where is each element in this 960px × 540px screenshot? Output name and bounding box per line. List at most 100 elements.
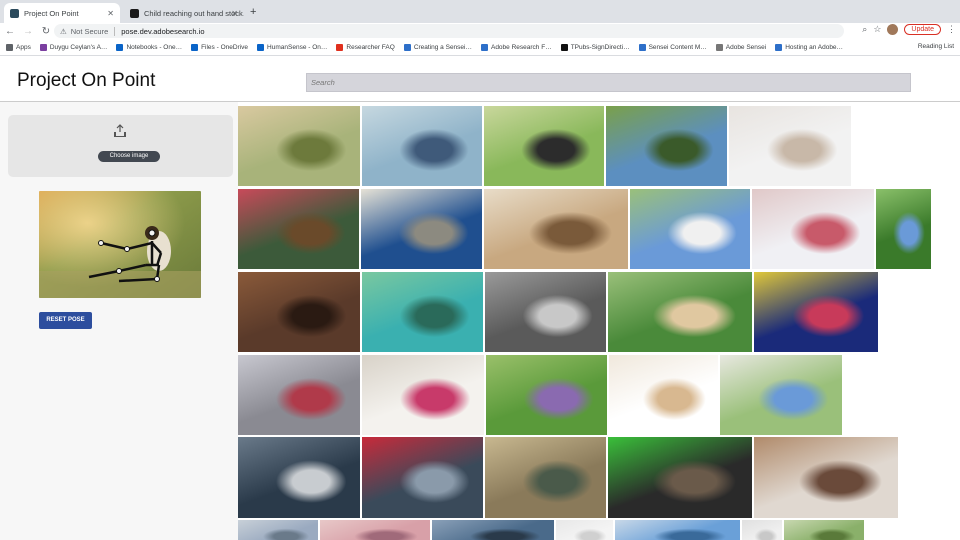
close-tab-icon[interactable]: ✕ xyxy=(107,9,114,18)
gallery-thumbnail[interactable] xyxy=(484,106,604,186)
gallery-thumbnail[interactable] xyxy=(362,106,482,186)
bookmark-item[interactable]: Sensei Content M… xyxy=(638,43,707,51)
gallery-thumbnail[interactable] xyxy=(630,189,750,269)
joint-left-knee[interactable] xyxy=(116,268,122,274)
gallery-thumbnail[interactable] xyxy=(362,272,483,352)
gallery-thumbnail[interactable] xyxy=(320,520,430,540)
bookmark-label: Creating a Sensei… xyxy=(413,43,472,51)
toolbar-actions: ⌕ ☆ Update ⋮ xyxy=(862,24,956,35)
zoom-icon[interactable]: ⌕ xyxy=(862,24,867,35)
apps-grid-icon xyxy=(6,43,13,51)
pose-preview-canvas xyxy=(39,191,201,298)
gallery-thumbnail[interactable] xyxy=(432,520,554,540)
close-tab-icon[interactable]: ✕ xyxy=(231,9,238,18)
bookmark-label: Duygu Ceylan's A… xyxy=(49,43,108,51)
reload-icon[interactable]: ↻ xyxy=(38,26,54,37)
joint-head[interactable] xyxy=(148,229,156,237)
gallery-thumbnail[interactable] xyxy=(608,272,752,352)
browser-chrome: Project On Point ✕ Child reaching out ha… xyxy=(0,0,960,56)
sidebar: Choose image RESET POSE xyxy=(0,102,238,540)
reading-list-button[interactable]: Reading List xyxy=(918,43,954,50)
bookmark-label: Researcher FAQ xyxy=(346,43,395,51)
joint-left-wrist[interactable] xyxy=(98,240,104,246)
security-status: Not Secure xyxy=(70,26,109,36)
gallery-thumbnail[interactable] xyxy=(876,189,931,269)
new-tab-button[interactable]: + xyxy=(250,6,256,18)
confluence-icon xyxy=(403,43,411,51)
reset-pose-button[interactable]: RESET POSE xyxy=(39,312,92,329)
gallery-thumbnail[interactable] xyxy=(556,520,613,540)
upload-tray-icon xyxy=(114,124,126,137)
bookmark-item[interactable]: Researcher FAQ xyxy=(336,43,395,51)
tab-child-stock[interactable]: Child reaching out hand stock… ✕ xyxy=(124,3,244,23)
gallery-thumbnail[interactable] xyxy=(729,106,851,186)
gallery-thumbnail[interactable] xyxy=(238,189,359,269)
page-title: Project On Point xyxy=(17,70,156,91)
tab-project-on-point[interactable]: Project On Point ✕ xyxy=(4,3,120,23)
gallery-thumbnail[interactable] xyxy=(606,106,727,186)
preview-ground xyxy=(39,271,201,298)
search-input[interactable]: Search xyxy=(306,73,911,92)
gallery-thumbnail[interactable] xyxy=(784,520,864,540)
update-button[interactable]: Update xyxy=(904,24,941,35)
gallery-thumbnail[interactable] xyxy=(742,520,782,540)
bookmark-label: Adobe Research F… xyxy=(490,43,552,51)
gallery-thumbnail[interactable] xyxy=(238,272,360,352)
gallery-thumbnail[interactable] xyxy=(485,437,606,518)
adobe-icon xyxy=(336,43,344,51)
bookmark-item[interactable]: Duygu Ceylan's A… xyxy=(39,43,108,51)
bookmark-label: Sensei Content M… xyxy=(648,43,707,51)
gallery-thumbnail[interactable] xyxy=(720,355,842,435)
gallery-thumbnail[interactable] xyxy=(361,189,482,269)
warning-icon: ⚠ xyxy=(60,26,67,36)
image-upload-area[interactable]: Choose image xyxy=(8,115,233,177)
bookmark-item[interactable]: HumanSense - On… xyxy=(257,43,327,51)
gallery-thumbnail[interactable] xyxy=(362,437,483,518)
profile-avatar[interactable] xyxy=(887,24,899,35)
forward-arrow-icon[interactable]: → xyxy=(20,26,36,37)
star-bookmark-icon[interactable]: ☆ xyxy=(873,24,881,35)
bookmark-label: Files - OneDrive xyxy=(201,43,249,51)
bookmark-item[interactable]: TPubs-SignDirecti… xyxy=(560,43,630,51)
bookmark-item[interactable]: Notebooks - One… xyxy=(116,43,183,51)
gallery-thumbnail[interactable] xyxy=(238,520,318,540)
gallery-thumbnail[interactable] xyxy=(238,437,360,518)
bookmark-item[interactable]: Creating a Sensei… xyxy=(403,43,472,51)
bookmark-label: Apps xyxy=(16,43,31,51)
joint-left-elbow[interactable] xyxy=(124,246,130,252)
browser-toolbar: ← → ↻ ⚠ Not Secure pose.dev.adobesearch.… xyxy=(0,23,960,39)
gallery-thumbnail[interactable] xyxy=(615,520,740,540)
gallery-thumbnail[interactable] xyxy=(609,355,718,435)
gallery-thumbnail[interactable] xyxy=(608,437,752,518)
stock-favicon-icon xyxy=(130,8,139,18)
gallery-thumbnail[interactable] xyxy=(238,106,360,186)
confluence-icon xyxy=(480,43,488,51)
gallery-thumbnail[interactable] xyxy=(362,355,484,435)
onedrive-cloud-icon xyxy=(191,43,199,51)
back-arrow-icon[interactable]: ← xyxy=(2,26,18,37)
menu-kebab-icon[interactable]: ⋮ xyxy=(947,24,956,35)
gallery-thumbnail[interactable] xyxy=(752,189,874,269)
bookmarks-bar: Apps Duygu Ceylan's A… Notebooks - One… Fil… xyxy=(0,39,960,56)
gallery-thumbnail[interactable] xyxy=(484,189,628,269)
bookmark-item[interactable]: Files - OneDrive xyxy=(191,43,249,51)
gallery-thumbnail[interactable] xyxy=(486,355,607,435)
bookmark-item[interactable]: Adobe Research F… xyxy=(480,43,552,51)
bookmark-item[interactable]: Apps xyxy=(6,43,31,51)
onenote-icon xyxy=(39,43,47,51)
bookmark-item[interactable]: Adobe Sensei xyxy=(715,43,766,51)
address-bar[interactable]: ⚠ Not Secure pose.dev.adobesearch.io xyxy=(54,24,844,38)
bookmark-label: TPubs-SignDirecti… xyxy=(570,43,630,51)
pose-preview-image[interactable] xyxy=(39,191,201,298)
bookmark-label: Notebooks - One… xyxy=(126,43,183,51)
choose-image-button[interactable]: Choose image xyxy=(98,151,160,162)
joint-right-knee[interactable] xyxy=(154,276,160,282)
gallery-thumbnail[interactable] xyxy=(754,437,898,518)
gallery-thumbnail[interactable] xyxy=(238,355,360,435)
tab-strip: Project On Point ✕ Child reaching out ha… xyxy=(0,0,960,23)
url-text: pose.dev.adobesearch.io xyxy=(121,26,205,36)
bookmark-item[interactable]: Hosting an Adobe… xyxy=(775,43,843,51)
gallery-thumbnail[interactable] xyxy=(754,272,878,352)
onedrive-cloud-icon xyxy=(116,43,124,51)
gallery-thumbnail[interactable] xyxy=(485,272,606,352)
